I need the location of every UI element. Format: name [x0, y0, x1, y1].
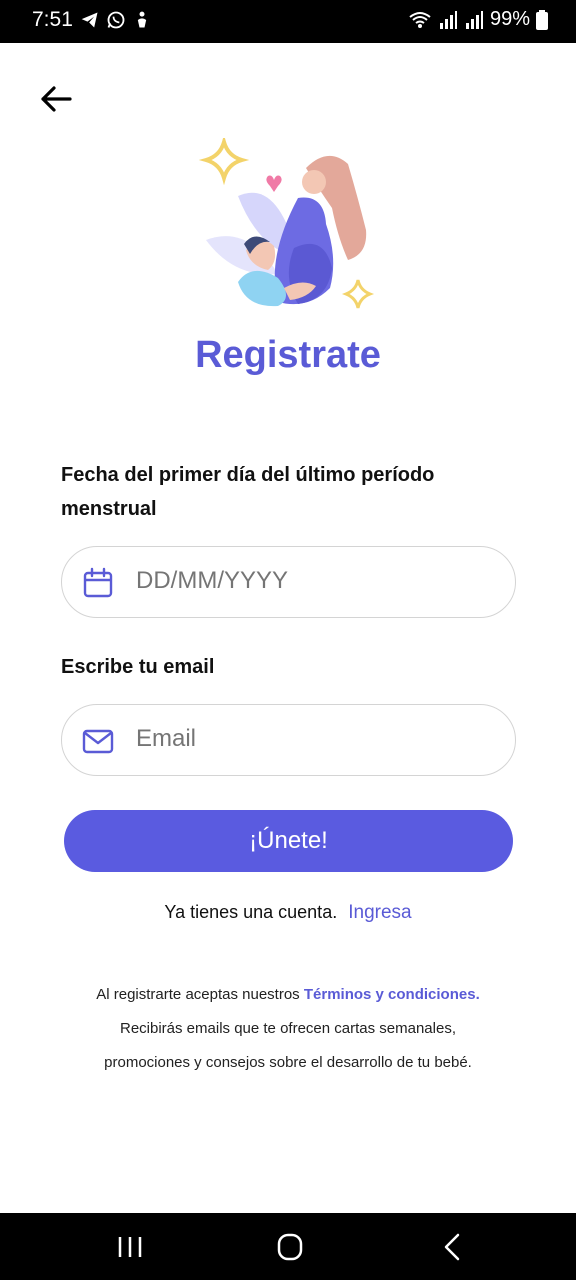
status-time: 7:51: [32, 8, 73, 31]
recent-apps-icon: [118, 1237, 142, 1257]
terms-link[interactable]: Términos y condiciones.: [304, 986, 480, 1003]
login-prompt-text: Ya tienes una cuenta.: [164, 902, 338, 922]
battery-level: 99%: [489, 8, 530, 30]
notification-icons: [80, 10, 152, 30]
system-icons: 99%: [408, 8, 548, 31]
legal-line-1: Al registrarte aceptas nuestros Términos…: [0, 986, 576, 1003]
signal-icon: [439, 10, 457, 29]
telegram-icon: [81, 12, 98, 28]
pregnant-couple-illustration: [198, 134, 378, 314]
login-link[interactable]: Ingresa: [348, 902, 411, 923]
whatsapp-icon: [107, 11, 125, 29]
signal-icon: [465, 10, 483, 29]
back-button[interactable]: [38, 84, 74, 114]
arrow-left-icon: [41, 86, 72, 112]
join-button[interactable]: ¡Únete!: [64, 810, 513, 872]
system-back-button[interactable]: [432, 1231, 472, 1263]
back-icon: [444, 1233, 460, 1261]
navigation-bar: [0, 1213, 576, 1280]
sparkle-icon: [198, 134, 250, 186]
accessibility-icon: [137, 11, 147, 28]
battery-icon: [536, 9, 548, 30]
legal-line-3: promociones y consejos sobre el desarrol…: [104, 1054, 472, 1071]
legal-line-2: Recibirás emails que te ofrecen cartas s…: [120, 1020, 456, 1037]
email-field[interactable]: [61, 704, 516, 776]
date-input[interactable]: [136, 567, 496, 595]
recent-apps-button[interactable]: [110, 1231, 150, 1263]
wifi-icon: [409, 11, 431, 28]
home-button[interactable]: [270, 1231, 310, 1263]
calendar-icon: [83, 567, 113, 598]
home-icon: [277, 1233, 303, 1261]
date-field-label: Fecha del primer día del último período …: [61, 464, 435, 520]
legal-prefix: Al registrarte aceptas nuestros: [96, 986, 300, 1003]
date-field[interactable]: [61, 546, 516, 618]
login-prompt: Ya tienes una cuenta. Ingresa: [0, 902, 576, 924]
email-input[interactable]: [136, 725, 496, 753]
page-title: Registrate: [195, 334, 381, 376]
status-bar: 7:51 99%: [0, 0, 576, 43]
email-field-label: Escribe tu email: [61, 656, 215, 678]
mail-icon: [82, 729, 114, 754]
